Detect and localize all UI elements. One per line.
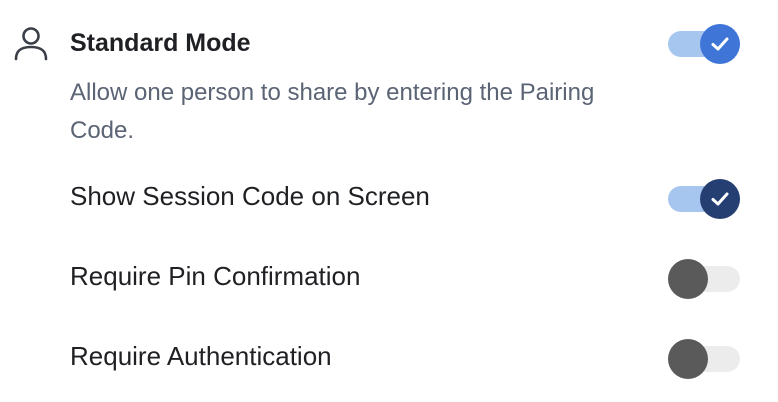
require-pin-confirmation-label: Require Pin Confirmation: [70, 261, 361, 291]
check-icon: [711, 37, 729, 51]
check-icon: [711, 192, 729, 206]
standard-mode-title: Standard Mode: [70, 29, 251, 57]
toggle-knob: [700, 24, 740, 64]
require-pin-confirmation-toggle[interactable]: [668, 258, 740, 300]
show-session-code-toggle[interactable]: [668, 178, 740, 220]
require-authentication-toggle[interactable]: [668, 338, 740, 380]
standard-mode-description: Allow one person to share by entering th…: [70, 79, 595, 144]
toggle-knob: [668, 339, 708, 379]
person-icon: [12, 24, 50, 64]
standard-mode-toggle[interactable]: [668, 23, 740, 65]
toggle-knob: [668, 259, 708, 299]
toggle-knob: [700, 179, 740, 219]
show-session-code-label: Show Session Code on Screen: [70, 181, 430, 211]
require-authentication-label: Require Authentication: [70, 341, 332, 371]
